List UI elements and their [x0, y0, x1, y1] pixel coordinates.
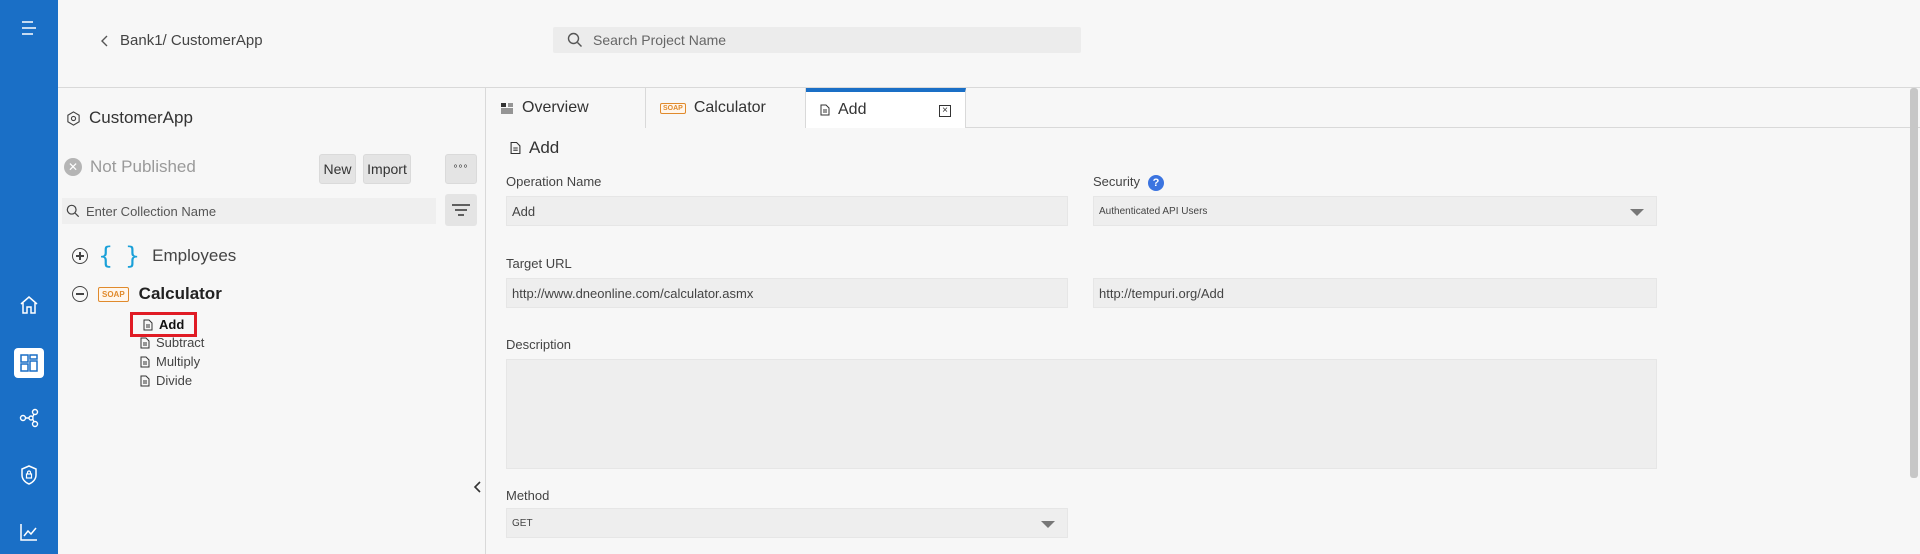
- new-button[interactable]: New: [319, 154, 356, 184]
- tab-label[interactable]: Calculator: [694, 99, 766, 117]
- operation-label[interactable]: Multiply: [156, 354, 200, 369]
- tab-overview[interactable]: Overview: [486, 88, 646, 128]
- method-value[interactable]: GET: [512, 518, 533, 529]
- target-url-field[interactable]: http://www.dneonline.com/calculator.asmx: [506, 278, 1068, 308]
- form-title-text: Add: [529, 138, 560, 157]
- operation-name-field[interactable]: Add: [506, 196, 1068, 226]
- soap-icon: SOAP: [660, 102, 686, 114]
- tab-add[interactable]: Add ×: [806, 88, 966, 128]
- filter-icon: [452, 204, 470, 216]
- operation-item-divide[interactable]: Divide: [140, 373, 192, 388]
- collection-calculator[interactable]: SOAP Calculator: [72, 284, 222, 304]
- filter-button[interactable]: [445, 194, 477, 226]
- document-icon: [510, 141, 521, 155]
- operation-name-label: Operation Name: [506, 174, 602, 189]
- document-icon: [140, 375, 150, 386]
- home-icon[interactable]: [14, 290, 44, 320]
- json-braces-icon: { }: [98, 242, 143, 270]
- operation-label[interactable]: Divide: [156, 373, 192, 388]
- publish-status-label: Not Published: [90, 157, 196, 176]
- analytics-chart-icon[interactable]: [14, 517, 44, 547]
- collection-search-box[interactable]: [62, 198, 436, 224]
- operation-item-add[interactable]: Add: [130, 312, 198, 337]
- chevron-left-icon: [473, 481, 481, 493]
- document-icon: [820, 104, 830, 116]
- soap-action-field[interactable]: http://tempuri.org/Add: [1093, 278, 1657, 308]
- hamburger-menu-icon[interactable]: [14, 13, 44, 43]
- collapse-minus-icon[interactable]: [72, 286, 88, 302]
- left-nav-rail: [0, 0, 58, 554]
- document-icon: [140, 356, 150, 367]
- document-icon: [143, 319, 153, 330]
- target-url-value[interactable]: http://www.dneonline.com/calculator.asmx: [512, 286, 753, 301]
- document-icon: [140, 337, 150, 348]
- dashboard-icon[interactable]: [14, 348, 44, 378]
- connections-icon[interactable]: [14, 403, 44, 433]
- project-search-input[interactable]: [593, 32, 1073, 48]
- description-textarea[interactable]: [506, 359, 1657, 469]
- soap-icon: SOAP: [98, 286, 129, 302]
- help-icon[interactable]: ?: [1147, 174, 1164, 191]
- operation-label[interactable]: Subtract: [156, 335, 204, 350]
- operation-item-multiply[interactable]: Multiply: [140, 354, 200, 369]
- overview-icon: [501, 103, 513, 114]
- not-published-icon: ✕: [64, 158, 82, 176]
- tab-label[interactable]: Overview: [522, 99, 589, 117]
- breadcrumb[interactable]: Bank1/ CustomerApp: [100, 32, 263, 49]
- breadcrumb-text[interactable]: Bank1/ CustomerApp: [120, 32, 263, 49]
- soap-action-value[interactable]: http://tempuri.org/Add: [1099, 286, 1224, 301]
- form-title: Add: [510, 138, 559, 158]
- expand-plus-icon[interactable]: [72, 248, 88, 264]
- search-icon: [66, 204, 80, 218]
- app-title: CustomerApp: [66, 108, 193, 128]
- app-name: CustomerApp: [89, 108, 193, 127]
- operation-form: Add Operation Name Add Security? Authent…: [486, 128, 1920, 554]
- security-label-text: Security: [1093, 174, 1140, 189]
- publish-status: ✕ Not Published: [64, 157, 196, 177]
- collapse-panel-button[interactable]: [470, 476, 486, 498]
- top-bar: Bank1/ CustomerApp: [58, 0, 1920, 88]
- description-label: Description: [506, 337, 572, 352]
- operation-name-value[interactable]: Add: [512, 204, 535, 219]
- security-value[interactable]: Authenticated API Users: [1099, 206, 1207, 217]
- collection-name[interactable]: Employees: [152, 246, 236, 266]
- tab-label[interactable]: Add: [838, 101, 866, 119]
- chevron-down-icon[interactable]: [1041, 521, 1055, 528]
- search-icon: [567, 32, 582, 47]
- operation-item-subtract[interactable]: Subtract: [140, 335, 204, 350]
- collections-panel: CustomerApp ✕ Not Published New Import °…: [58, 88, 486, 554]
- collection-employees[interactable]: { } Employees: [72, 242, 236, 270]
- method-label: Method: [506, 488, 550, 503]
- security-shield-icon[interactable]: [14, 460, 44, 490]
- tab-bar: Overview SOAP Calculator Add ×: [486, 88, 1920, 128]
- operation-label[interactable]: Add: [159, 317, 184, 332]
- project-search-box[interactable]: [553, 27, 1081, 53]
- target-url-label: Target URL: [506, 256, 572, 271]
- security-label: Security?: [1093, 174, 1164, 191]
- collection-search-input[interactable]: [86, 203, 426, 219]
- tab-calculator[interactable]: SOAP Calculator: [646, 88, 806, 128]
- close-icon[interactable]: ×: [939, 105, 951, 117]
- security-dropdown[interactable]: Authenticated API Users: [1093, 196, 1657, 226]
- more-options-button[interactable]: °°°: [445, 154, 477, 184]
- chevron-left-icon[interactable]: [100, 34, 110, 48]
- chevron-down-icon[interactable]: [1630, 209, 1644, 216]
- method-dropdown[interactable]: GET: [506, 508, 1068, 538]
- app-hex-icon: [67, 110, 80, 126]
- collection-name[interactable]: Calculator: [139, 284, 222, 304]
- import-button[interactable]: Import: [363, 154, 411, 184]
